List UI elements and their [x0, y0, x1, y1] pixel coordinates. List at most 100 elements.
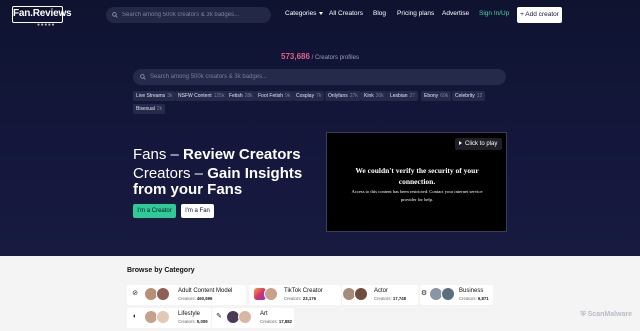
category-count-value: 5,009 [196, 319, 208, 324]
tag-chip[interactable]: Onlyfans 27k [325, 91, 361, 101]
nav-search-placeholder: Search among 500k creators & 3k badges..… [122, 12, 240, 18]
category-art[interactable]: ✎ Art Creators: 17,882 [212, 308, 332, 328]
category-count: Creators: 6,871 [459, 296, 489, 301]
tag-chip[interactable]: Foot Fetish 9k [255, 91, 294, 101]
category-count-value: 23,176 [302, 296, 317, 301]
top-nav: Fan.Reviews ●●●●● Search among 500k crea… [0, 5, 640, 28]
tag-count: 7k [316, 93, 322, 99]
video-player[interactable]: Click to play We couldn't verify the sec… [326, 132, 507, 232]
category-name: Lifestyle [178, 311, 201, 317]
category-count: Creators: 17,882 [260, 319, 292, 324]
browse-title: Browse by Category [127, 267, 195, 274]
brush-icon: ✎ [216, 313, 222, 320]
category-count-value: 6,871 [477, 296, 489, 301]
search-icon [140, 74, 146, 80]
click-to-play-label: Click to play [465, 141, 498, 147]
creators-count: 573,686 [281, 52, 310, 61]
avatar [238, 310, 252, 324]
play-icon [459, 141, 462, 146]
avatar [441, 287, 455, 301]
tag-count: 27 [409, 93, 416, 99]
tag-label: Lesbian [390, 93, 408, 99]
category-count-label: Creators: [178, 319, 196, 324]
tag-chip[interactable]: Cosplay 7k [293, 91, 325, 101]
category-count-label: Creators: [459, 296, 477, 301]
tag-count: 2k [156, 106, 163, 112]
tag-chip[interactable]: Bisexual 2k [133, 104, 166, 114]
avatar [354, 287, 368, 301]
sign-in-link[interactable]: Sign In/Up [479, 10, 509, 17]
tag-label: Live Streams [136, 93, 166, 99]
tag-label: Ebony [424, 93, 439, 99]
tag-label: Kink [364, 93, 374, 99]
category-count: Creators: 5,009 [178, 319, 208, 324]
video-error-text: Access to this content has been restrict… [351, 189, 483, 202]
avatar [264, 287, 278, 301]
click-to-play-button[interactable]: Click to play [455, 138, 502, 150]
avatar [156, 287, 170, 301]
tag-chip[interactable]: Fetish 28k [226, 91, 256, 101]
category-name: TikTok Creator [284, 288, 323, 294]
hero-line1-strong: Review Creators [183, 146, 301, 163]
category-count-label: Creators: [374, 296, 392, 301]
tag-count: 28k [244, 93, 253, 99]
tag-count: 3k [167, 93, 173, 99]
add-creator-button[interactable]: + Add creator [517, 7, 562, 23]
nav-pricing-plans[interactable]: Pricing plans [397, 10, 434, 17]
tag-chip[interactable]: Kink 30k [361, 91, 387, 101]
hero-headline-fans: Fans – Review Creators [133, 146, 301, 163]
logo-rating-dots: ●●●●● [37, 22, 56, 28]
tag-count: 12 [476, 93, 483, 99]
video-error-title: We couldn't verify the security of your … [355, 166, 479, 186]
hero-line2-prefix: Creators – [133, 165, 208, 182]
logo[interactable]: Fan.Reviews [12, 6, 72, 23]
category-count-value: 17,882 [278, 319, 293, 324]
tag-label: Cosplay [296, 93, 315, 99]
category-count-value: 17,748 [392, 296, 407, 301]
avatar [156, 310, 170, 324]
lifestyle-icon: ◐ [132, 313, 138, 320]
im-a-fan-button[interactable]: I'm a Fan [181, 204, 214, 218]
category-count: Creators: 17,748 [374, 296, 406, 301]
tag-chip[interactable]: Lesbian 27 [387, 91, 419, 101]
hero-headline-creators: Creators – Gain Insights from your Fans [133, 166, 323, 198]
main-search-placeholder: Search among 500k creators & 3k badges..… [150, 74, 268, 80]
scanmalware-watermark: ⛨ ScanMalware [580, 311, 632, 319]
tag-count: 27k [349, 93, 358, 99]
category-count: Creators: 460,696 [178, 296, 212, 301]
nav-blog[interactable]: Blog [373, 10, 386, 17]
category-adult-content-model[interactable]: ⊘ Adult Content Model Creators: 460,696 [130, 285, 250, 305]
tag-label: Fetish [229, 93, 243, 99]
tag-count: 9k [285, 93, 291, 99]
category-business[interactable]: ⚙ Business Creators: 6,871 [411, 285, 531, 305]
category-count: Creators: 23,176 [284, 296, 316, 301]
tag-chip[interactable]: NSFW Content 125k [175, 91, 228, 101]
shield-icon: ⛨ [580, 311, 586, 318]
nav-search-input[interactable]: Search among 500k creators & 3k badges..… [106, 7, 271, 23]
im-a-creator-button[interactable]: I'm a Creator [133, 204, 176, 218]
category-name: Adult Content Model [178, 288, 233, 294]
hero-section: Fan.Reviews ●●●●● Search among 500k crea… [0, 0, 640, 256]
tag-label: Bisexual [136, 106, 155, 112]
watermark-label: ScanMalware [587, 311, 632, 318]
tag-count: 125k [213, 93, 225, 99]
main-search-input[interactable]: Search among 500k creators & 3k badges..… [133, 69, 506, 85]
tag-chip[interactable]: Ebony 69k [421, 91, 452, 101]
category-count-label: Creators: [284, 296, 302, 301]
tag-chip[interactable]: Celebrity 12 [452, 91, 486, 101]
tag-label: Onlyfans [328, 93, 348, 99]
category-count-label: Creators: [178, 296, 196, 301]
creators-count-label: / Creators profiles [311, 55, 359, 61]
category-count-label: Creators: [260, 319, 278, 324]
nav-categories-label: Categories [285, 10, 317, 17]
category-name: Actor [374, 288, 389, 294]
nav-advertise[interactable]: Advertise [442, 10, 469, 17]
nav-all-creators[interactable]: All Creators [329, 10, 363, 17]
tag-label: NSFW Content [178, 93, 212, 99]
search-icon [112, 12, 118, 18]
tag-count: 30k [375, 93, 384, 99]
tag-label: Celebrity [455, 93, 475, 99]
category-count-value: 460,696 [196, 296, 213, 301]
tag-chip[interactable]: Live Streams 3k [133, 91, 176, 101]
nav-categories[interactable]: Categories [285, 10, 324, 17]
